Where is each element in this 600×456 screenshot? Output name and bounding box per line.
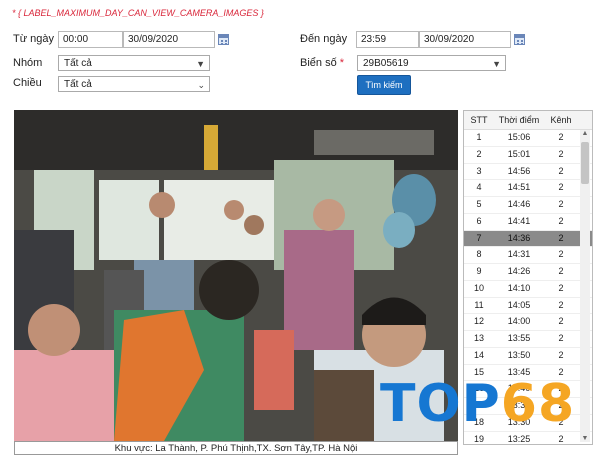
row-channel: 2 [558,249,564,260]
to-calendar-icon[interactable] [514,34,525,45]
row-time: 15:01 [507,148,531,159]
from-time-input[interactable]: 00:00 [58,31,123,48]
header-channel: Kênh [550,115,572,125]
row-stt: 12 [473,316,484,327]
direction-select-value: Tất cả [64,79,92,90]
from-label: Từ ngày [13,33,54,45]
row-time: 14:31 [507,249,531,260]
row-stt: 13 [473,333,484,343]
table-row[interactable]: 6 14:41 2 [464,214,592,231]
plate-select[interactable]: 29B05619 ▼ [357,55,506,71]
to-time-input[interactable]: 23:59 [356,31,419,48]
row-channel: 2 [558,282,564,293]
table-row[interactable]: 3 14:56 2 [464,164,592,181]
row-time: 14:36 [507,232,531,243]
group-select-value: Tất cả [64,58,92,69]
row-channel: 2 [558,333,564,343]
required-marker: * [339,57,345,69]
row-time: 13:50 [507,349,531,360]
table-row[interactable]: 8 14:31 2 [464,247,592,264]
limit-warning: * { LABEL_MAXIMUM_DAY_CAN_VIEW_CAMERA_IM… [12,8,264,18]
row-time: 14:00 [507,316,531,327]
plate-select-value: 29B05619 [363,58,409,69]
scroll-up-icon[interactable]: ▲ [580,130,590,137]
watermark-part1: TOP [380,374,501,434]
row-channel: 2 [558,215,564,226]
row-stt: 3 [476,165,482,176]
chevron-down-icon: ▼ [492,59,501,69]
row-stt: 14 [473,349,484,360]
row-stt: 11 [474,299,484,310]
table-row[interactable]: 2 15:01 2 [464,147,592,164]
table-row[interactable]: 13 13:55 2 [464,331,592,348]
table-row[interactable]: 12 14:00 2 [464,314,592,331]
row-channel: 2 [558,349,564,360]
row-channel: 2 [558,165,564,176]
row-time: 14:41 [507,215,531,226]
row-channel: 2 [558,182,564,193]
from-date-input[interactable]: 30/09/2020 [123,31,215,48]
row-stt: 7 [476,232,482,243]
to-date-input[interactable]: 30/09/2020 [419,31,511,48]
row-stt: 9 [476,266,482,276]
table-row[interactable]: 7 14:36 2 [464,230,592,248]
from-calendar-icon[interactable] [218,34,229,45]
row-stt: 8 [476,249,482,260]
row-stt: 4 [476,182,482,193]
row-channel: 2 [558,232,564,243]
row-channel: 2 [558,132,564,142]
row-channel: 2 [558,316,564,327]
row-channel: 2 [558,266,564,276]
row-time: 14:46 [507,199,531,209]
table-row[interactable]: 1 15:06 2 [464,130,592,147]
group-select[interactable]: Tất cả ▼ [58,55,210,71]
chevron-down-icon: ⌄ [197,80,205,90]
direction-label: Chiều [13,77,42,89]
row-stt: 5 [476,199,482,209]
group-label: Nhóm [13,57,43,69]
row-channel: 2 [558,299,564,310]
row-time: 14:10 [507,282,531,293]
watermark-logo: TOP68 [380,378,575,430]
row-stt: 2 [476,148,482,159]
table-row[interactable]: 11 14:05 2 [464,298,592,315]
row-time: 14:26 [507,266,531,276]
header-time: Thời điểm [498,115,540,125]
direction-select[interactable]: Tất cả ⌄ [58,76,210,92]
table-scrollbar[interactable]: ▲ ▼ [580,130,590,442]
row-time: 14:05 [507,299,531,310]
row-channel: 2 [558,199,564,209]
row-stt: 6 [476,215,482,226]
plate-label: Biển số * [300,57,344,69]
row-stt: 10 [473,282,484,293]
row-time: 13:55 [507,333,531,343]
scroll-down-icon[interactable]: ▼ [580,435,590,442]
row-time: 15:06 [507,132,531,142]
header-stt: STT [470,115,488,125]
row-time: 14:56 [507,165,531,176]
watermark-part2: 68 [500,374,576,434]
row-channel: 2 [558,148,564,159]
chevron-down-icon: ▼ [196,59,205,69]
scroll-thumb[interactable] [581,142,589,184]
to-label: Đến ngày [300,33,348,45]
plate-label-text: Biển số [300,57,337,69]
table-row[interactable]: 10 14:10 2 [464,281,592,298]
table-row[interactable]: 5 14:46 2 [464,197,592,214]
row-time: 14:51 [507,182,531,193]
row-stt: 1 [476,132,482,142]
table-header: STT Thời điểm Kênh [464,111,592,130]
search-button[interactable]: Tìm kiếm [357,75,411,95]
table-row[interactable]: 14 13:50 2 [464,348,592,365]
table-row[interactable]: 4 14:51 2 [464,180,592,197]
location-caption: Khu vực: La Thành, P. Phú Thịnh,TX. Sơn … [14,441,458,455]
table-row[interactable]: 9 14:26 2 [464,264,592,281]
